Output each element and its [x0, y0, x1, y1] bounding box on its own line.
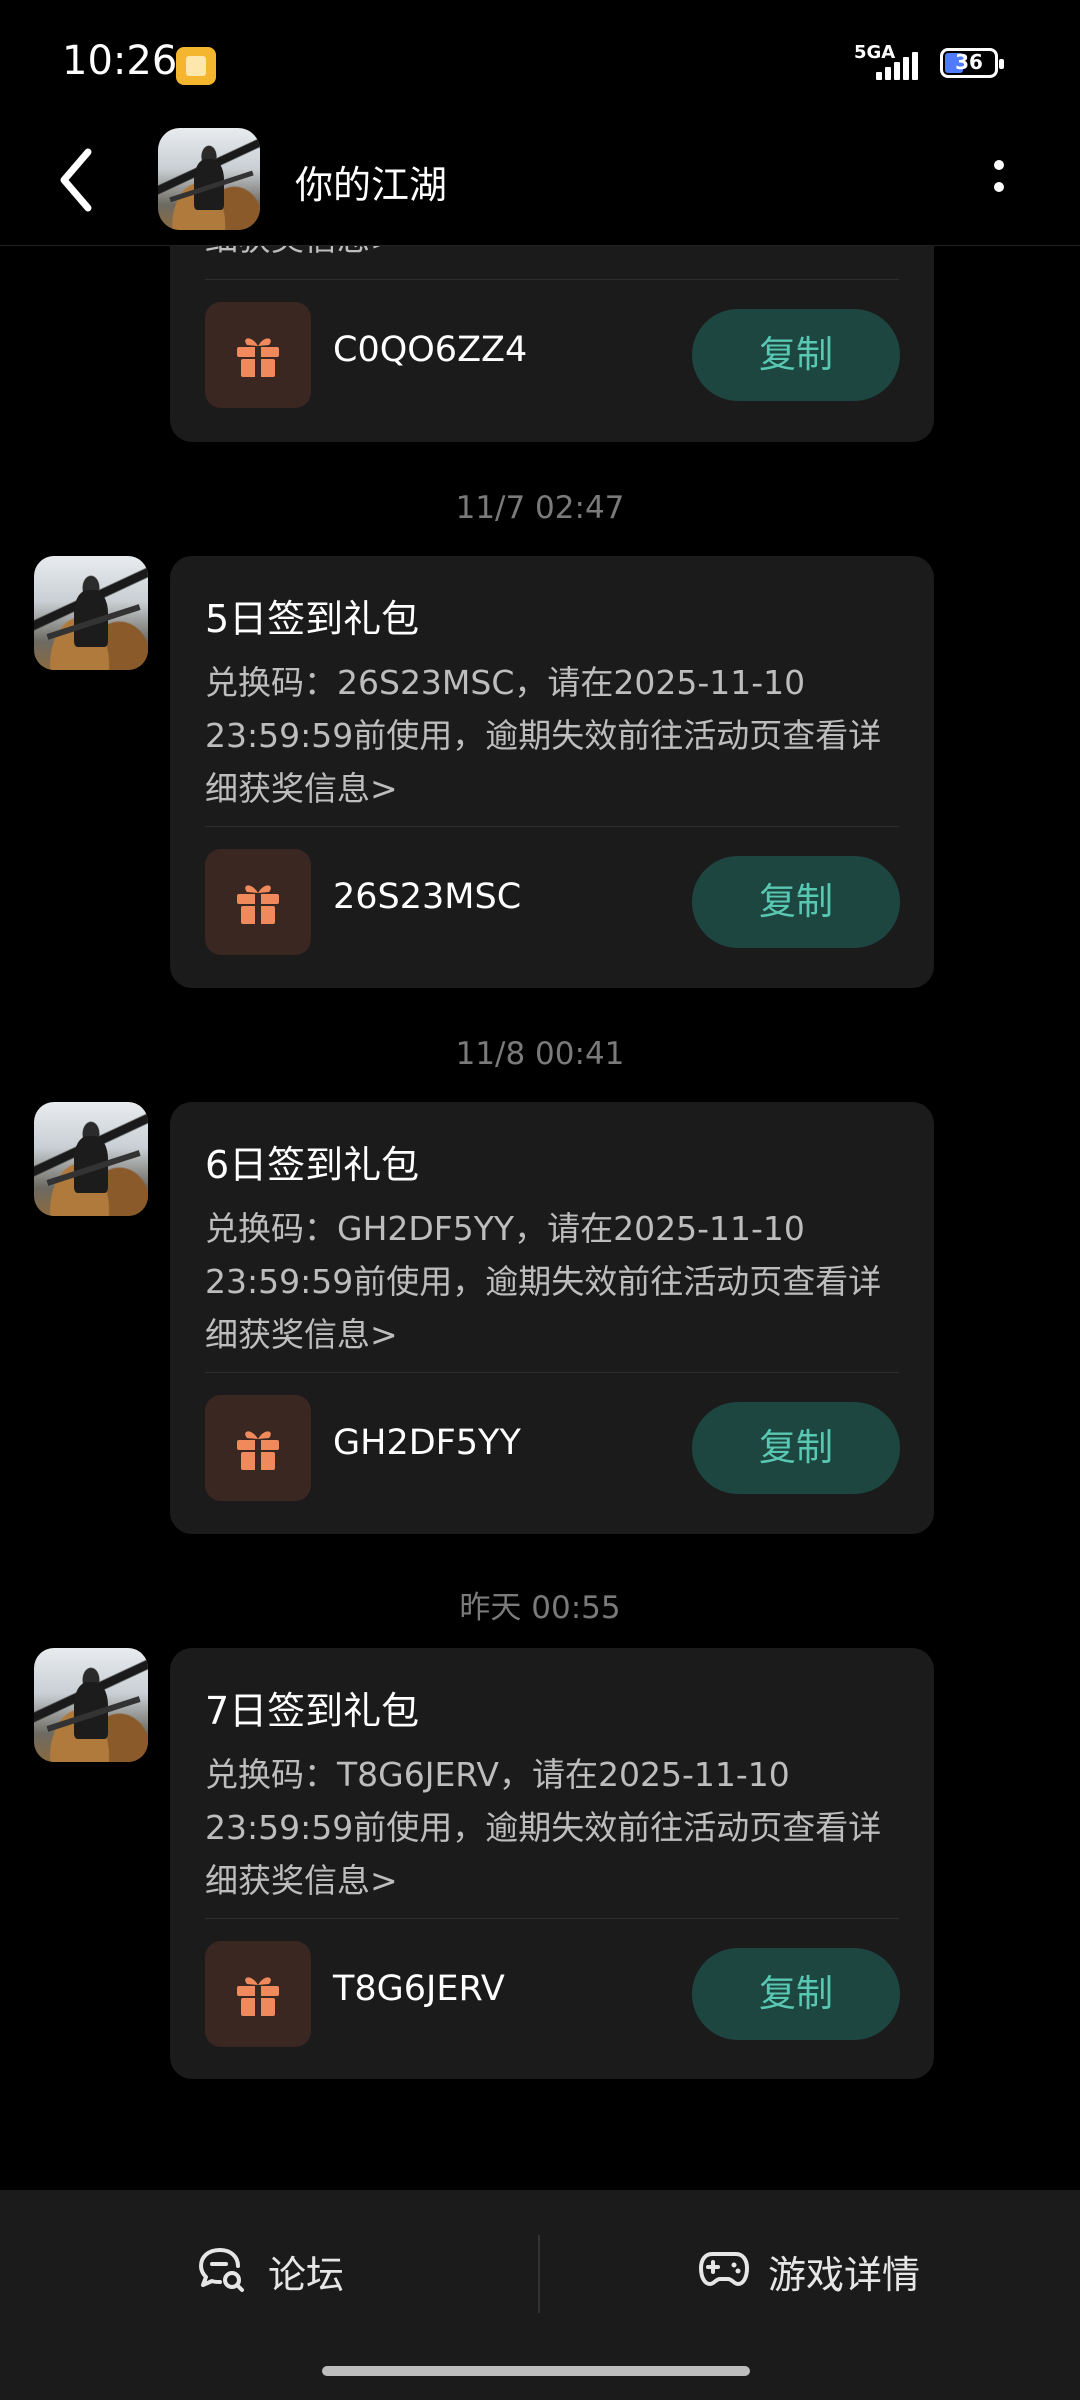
back-button[interactable]: [52, 142, 112, 218]
message-title: 5日签到礼包: [205, 597, 420, 641]
redeem-code: 26S23MSC: [333, 877, 522, 917]
screen: 10:26 5GA 36 细获奖信息>: [0, 0, 1080, 2400]
home-indicator[interactable]: [322, 2366, 750, 2376]
battery-icon: 36: [940, 48, 1004, 78]
battery-level: 36: [955, 50, 983, 74]
gift-icon: [205, 1395, 311, 1501]
redeem-code: T8G6JERV: [333, 1969, 505, 2009]
chevron-left-icon: [60, 148, 92, 212]
redeem-code: C0QO6ZZ4: [333, 330, 528, 370]
message-body[interactable]: 兑换码：26S23MSC，请在2025-11-10 23:59:59前使用，逾期…: [205, 656, 905, 815]
card-divider: [205, 279, 899, 280]
copy-button[interactable]: 复制: [692, 309, 900, 401]
message-title: 6日签到礼包: [205, 1143, 420, 1187]
sender-avatar[interactable]: [34, 556, 148, 670]
sender-avatar[interactable]: [34, 1102, 148, 1216]
redeem-code: GH2DF5YY: [333, 1423, 521, 1463]
game-details-button[interactable]: 游戏详情: [698, 2238, 938, 2308]
gift-icon: [205, 302, 311, 408]
gift-icon: [205, 1941, 311, 2047]
message-timestamp: 昨天 00:55: [459, 1590, 621, 1626]
chat-header: 你的江湖: [0, 120, 1080, 246]
message-card: 5日签到礼包 兑换码：26S23MSC，请在2025-11-10 23:59:5…: [170, 556, 934, 988]
message-card: 6日签到礼包 兑换码：GH2DF5YY，请在2025-11-10 23:59:5…: [170, 1102, 934, 1534]
game-details-label: 游戏详情: [768, 2253, 921, 2297]
notification-app-icon: [176, 47, 216, 85]
copy-button[interactable]: 复制: [692, 856, 900, 948]
gift-icon: [205, 849, 311, 955]
network-type: 5GA: [854, 42, 896, 63]
forum-label: 论坛: [268, 2253, 345, 2297]
status-time: 10:26: [62, 38, 178, 84]
more-options-button[interactable]: [975, 150, 1019, 210]
chat-title: 你的江湖: [295, 163, 448, 207]
signal-icon: 5GA: [854, 42, 934, 82]
copy-button[interactable]: 复制: [692, 1402, 900, 1494]
card-divider: [205, 1918, 899, 1919]
gamepad-icon: [699, 2252, 749, 2286]
status-bar: 10:26 5GA 36: [0, 0, 1080, 120]
message-body[interactable]: 兑换码：T8G6JERV，请在2025-11-10 23:59:59前使用，逾期…: [205, 1748, 905, 1907]
copy-button[interactable]: 复制: [692, 1948, 900, 2040]
message-timestamp: 11/7 02:47: [455, 490, 625, 526]
card-divider: [205, 1372, 899, 1373]
card-divider: [205, 826, 899, 827]
bottom-divider: [538, 2235, 540, 2313]
forum-button[interactable]: 论坛: [196, 2238, 356, 2308]
forum-icon: [199, 2248, 244, 2292]
message-body[interactable]: 兑换码：GH2DF5YY，请在2025-11-10 23:59:59前使用，逾期…: [205, 1202, 905, 1361]
message-title: 7日签到礼包: [205, 1689, 420, 1733]
game-avatar[interactable]: [158, 128, 260, 230]
message-card: 7日签到礼包 兑换码：T8G6JERV，请在2025-11-10 23:59:5…: [170, 1648, 934, 2079]
message-timestamp: 11/8 00:41: [455, 1036, 625, 1072]
sender-avatar[interactable]: [34, 1648, 148, 1762]
